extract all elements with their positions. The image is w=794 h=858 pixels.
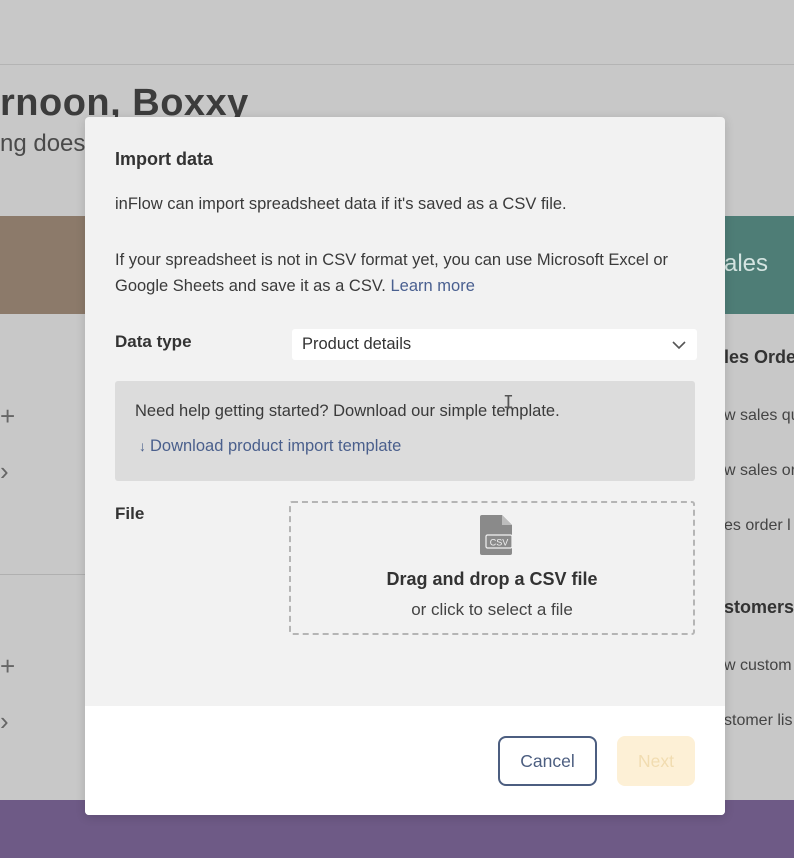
download-template-link[interactable]: ↓ Download product import template: [139, 437, 401, 456]
template-help-box: Need help getting started? Download our …: [115, 381, 695, 481]
csv-dropzone[interactable]: CSV Drag and drop a CSV file or click to…: [289, 501, 695, 635]
plus-icon[interactable]: +: [0, 653, 15, 679]
dropzone-title: Drag and drop a CSV file: [386, 569, 598, 589]
modal-title: Import data: [115, 149, 214, 169]
csv-file-icon: CSV: [480, 515, 513, 555]
sales-link[interactable]: w sales or: [724, 462, 794, 480]
chevron-right-icon[interactable]: ›: [0, 708, 9, 734]
download-arrow-icon: ↓: [139, 438, 146, 454]
sales-card-label: ales: [724, 250, 769, 277]
csv-help-text: If your spreadsheet is not in CSV format…: [115, 247, 700, 299]
customer-link[interactable]: stomer lis: [724, 712, 792, 730]
data-type-select[interactable]: Product details: [292, 329, 697, 360]
greeting-subtitle: ng doesn: [0, 130, 99, 157]
file-label: File: [115, 504, 145, 523]
help-text: Need help getting started? Download our …: [135, 402, 560, 420]
cancel-button[interactable]: Cancel: [498, 736, 597, 786]
intro-text: inFlow can import spreadsheet data if it…: [115, 195, 567, 213]
dropzone-subtitle: or click to select a file: [411, 600, 573, 619]
sales-link[interactable]: es order l: [724, 517, 791, 535]
learn-more-link[interactable]: Learn more: [391, 277, 475, 295]
modal-footer: Cancel Next: [85, 706, 725, 815]
top-divider: [0, 64, 794, 65]
next-button[interactable]: Next: [617, 736, 695, 786]
dashboard-card-brown: [0, 216, 86, 314]
customers-heading: stomers: [724, 597, 794, 617]
customer-link[interactable]: w custom: [724, 657, 792, 675]
chevron-right-icon[interactable]: ›: [0, 458, 9, 484]
data-type-value: Product details: [302, 335, 412, 353]
chevron-down-icon: [672, 340, 686, 349]
plus-icon[interactable]: +: [0, 403, 15, 429]
sales-orders-heading: les Orde: [724, 347, 794, 367]
download-link-label: Download product import template: [150, 437, 402, 455]
import-data-modal: Import data inFlow can import spreadshee…: [85, 117, 725, 815]
left-divider: [0, 574, 86, 575]
data-type-label: Data type: [115, 332, 192, 351]
text-cursor-icon: I: [503, 392, 514, 413]
sales-link[interactable]: w sales qu: [724, 407, 794, 425]
csv-icon-text: CSV: [490, 538, 509, 548]
